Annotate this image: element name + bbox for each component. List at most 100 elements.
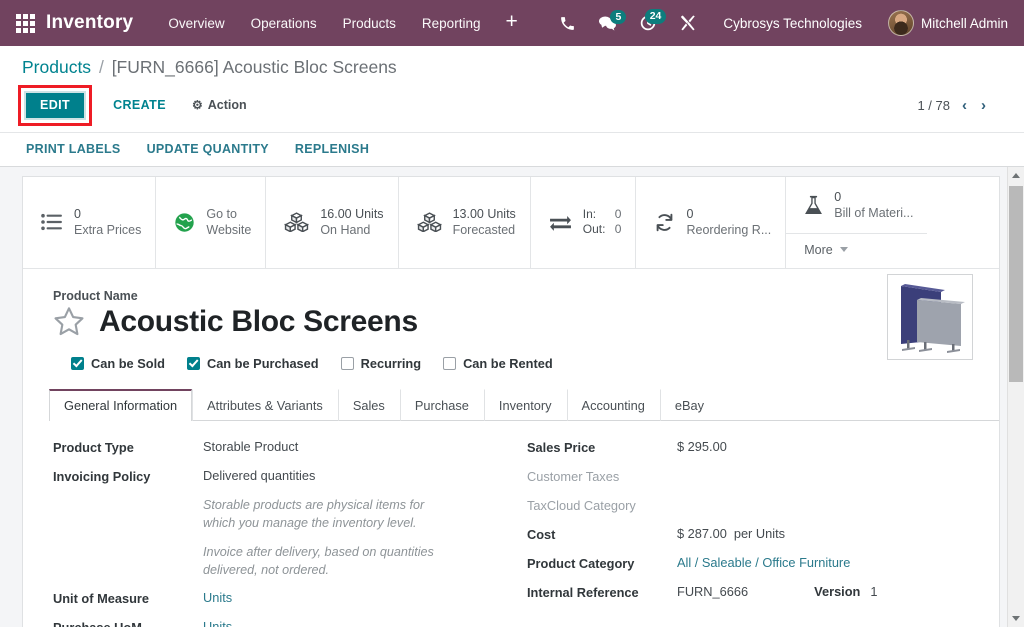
nav-menu-reporting[interactable]: Reporting bbox=[409, 10, 494, 37]
pager-count: 1 / 78 bbox=[917, 98, 950, 113]
nav-menu-products[interactable]: Products bbox=[330, 10, 409, 37]
field-value[interactable]: $ 295.00 bbox=[677, 439, 727, 454]
update-quantity-button[interactable]: UPDATE QUANTITY bbox=[147, 142, 269, 156]
field-value[interactable]: Storable Product bbox=[203, 439, 298, 454]
product-title-block: Product Name Acoustic Bloc Screens Can b… bbox=[23, 269, 999, 371]
field-label: Unit of Measure bbox=[53, 590, 203, 606]
field-value[interactable]: Units bbox=[203, 590, 232, 605]
field-value-group: FURN_6666 Version 1 bbox=[677, 584, 878, 599]
company-switcher[interactable]: Cybrosys Technologies bbox=[709, 10, 876, 37]
scrollbar-thumb[interactable] bbox=[1009, 186, 1023, 382]
product-flags: Can be Sold Can be Purchased Recurring C… bbox=[71, 356, 971, 371]
checkbox-can-be-purchased[interactable]: Can be Purchased bbox=[187, 356, 319, 371]
field-label: Invoicing Policy bbox=[53, 468, 203, 484]
app-brand-inventory[interactable]: Inventory bbox=[46, 12, 133, 34]
stat-button-reordering-rules[interactable]: 0 Reordering R... bbox=[636, 177, 786, 268]
product-image[interactable] bbox=[887, 274, 973, 360]
breadcrumb: Products / [FURN_6666] Acoustic Bloc Scr… bbox=[0, 46, 1024, 79]
pager-next-icon[interactable]: › bbox=[979, 97, 988, 114]
replenish-button[interactable]: REPLENISH bbox=[295, 142, 369, 156]
invoicing-policy-help: Invoice after delivery, based on quantit… bbox=[203, 544, 453, 580]
checkbox-box bbox=[71, 357, 84, 370]
gear-icon: ⚙ bbox=[192, 98, 203, 112]
stat-value: Go to bbox=[206, 206, 251, 222]
stat-button-go-to-website[interactable]: Go to Website bbox=[156, 177, 266, 268]
internal-reference-value[interactable]: FURN_6666 bbox=[677, 584, 748, 599]
scroll-up-arrow[interactable] bbox=[1008, 167, 1024, 184]
tab-sales[interactable]: Sales bbox=[338, 389, 400, 421]
field-internal-reference: Internal Reference FURN_6666 Version 1 bbox=[527, 584, 973, 600]
cubes-icon bbox=[284, 212, 309, 232]
edit-button[interactable]: EDIT bbox=[24, 91, 86, 120]
record-action-toolbar: PRINT LABELS UPDATE QUANTITY REPLENISH bbox=[0, 132, 1024, 167]
stat-label: Website bbox=[206, 222, 251, 238]
checkbox-box bbox=[187, 357, 200, 370]
cost-value[interactable]: $ 287.00 bbox=[677, 526, 727, 541]
stat-button-extra-prices[interactable]: 0 Extra Prices bbox=[23, 177, 156, 268]
create-button[interactable]: CREATE bbox=[104, 92, 175, 118]
field-label: Purchase UoM bbox=[53, 619, 203, 627]
stat-label: On Hand bbox=[320, 222, 383, 238]
form-column-right: Sales Price $ 295.00 Customer Taxes TaxC… bbox=[513, 439, 973, 627]
print-labels-button[interactable]: PRINT LABELS bbox=[26, 142, 121, 156]
action-menu-button[interactable]: ⚙ Action bbox=[183, 92, 256, 118]
field-help-texts: Storable products are physical items for… bbox=[203, 497, 513, 580]
checkbox-recurring[interactable]: Recurring bbox=[341, 356, 421, 371]
form-view-content: 0 Extra Prices Go to Website 16.00 Units… bbox=[0, 167, 1024, 627]
refresh-icon bbox=[654, 213, 675, 232]
exchange-icon bbox=[549, 213, 572, 232]
stat-button-forecasted[interactable]: 13.00 Units Forecasted bbox=[399, 177, 531, 268]
stat-out-label: Out: bbox=[583, 222, 609, 237]
field-value[interactable]: Delivered quantities bbox=[203, 468, 315, 483]
notebook-tabs: General Information Attributes & Variant… bbox=[49, 389, 999, 421]
pager-previous-icon[interactable]: ‹ bbox=[960, 97, 969, 114]
field-label: Product Category bbox=[527, 555, 677, 571]
add-new-icon[interactable]: + bbox=[493, 9, 529, 38]
form-column-left: Product Type Storable Product Invoicing … bbox=[53, 439, 513, 627]
activities-badge: 24 bbox=[645, 9, 667, 24]
product-name-label: Product Name bbox=[53, 289, 971, 303]
breadcrumb-separator: / bbox=[99, 57, 104, 77]
breadcrumb-products-link[interactable]: Products bbox=[22, 57, 91, 77]
more-label: More bbox=[804, 243, 832, 257]
top-navbar: Inventory Overview Operations Products R… bbox=[0, 0, 1024, 46]
tab-accounting[interactable]: Accounting bbox=[567, 389, 660, 421]
field-value[interactable]: All / Saleable / Office Furniture bbox=[677, 555, 850, 570]
vertical-scrollbar[interactable] bbox=[1007, 167, 1024, 627]
field-purchase-uom: Purchase UoM Units bbox=[53, 619, 513, 627]
version-value[interactable]: 1 bbox=[870, 584, 877, 599]
tab-attributes-variants[interactable]: Attributes & Variants bbox=[192, 389, 338, 421]
stat-button-in-out[interactable]: In: 0 Out: 0 bbox=[531, 177, 637, 268]
star-outline-icon[interactable] bbox=[53, 306, 85, 337]
checkbox-can-be-sold[interactable]: Can be Sold bbox=[71, 356, 165, 371]
tab-purchase[interactable]: Purchase bbox=[400, 389, 484, 421]
field-value[interactable]: Units bbox=[203, 619, 232, 627]
edit-button-highlight: EDIT bbox=[18, 85, 92, 126]
stat-button-bill-of-materials[interactable]: 0 Bill of Materi... bbox=[786, 177, 927, 233]
user-menu[interactable]: Mitchell Admin bbox=[878, 6, 1014, 40]
field-label: Customer Taxes bbox=[527, 468, 677, 484]
field-invoicing-policy: Invoicing Policy Delivered quantities bbox=[53, 468, 513, 484]
stat-value: 13.00 Units bbox=[453, 206, 516, 222]
general-information-form: Product Type Storable Product Invoicing … bbox=[23, 421, 999, 627]
activities-clock-icon[interactable]: 24 bbox=[629, 10, 667, 36]
checkbox-can-be-rented[interactable]: Can be Rented bbox=[443, 356, 553, 371]
field-label: TaxCloud Category bbox=[527, 497, 677, 513]
action-label: Action bbox=[208, 98, 247, 112]
wrench-tools-icon[interactable] bbox=[669, 10, 707, 36]
tab-inventory[interactable]: Inventory bbox=[484, 389, 567, 421]
phone-icon[interactable] bbox=[549, 11, 586, 36]
stat-label: Bill of Materi... bbox=[834, 205, 913, 221]
stat-in-label: In: bbox=[583, 207, 609, 222]
tab-ebay[interactable]: eBay bbox=[660, 389, 719, 421]
scrollbar-track[interactable] bbox=[1008, 184, 1024, 610]
messages-icon[interactable]: 5 bbox=[588, 11, 627, 36]
tab-general-information[interactable]: General Information bbox=[49, 389, 192, 421]
nav-menu-overview[interactable]: Overview bbox=[155, 10, 237, 37]
stat-button-on-hand[interactable]: 16.00 Units On Hand bbox=[266, 177, 398, 268]
checkbox-box bbox=[341, 357, 354, 370]
apps-grid-icon[interactable] bbox=[12, 10, 38, 36]
nav-menu-operations[interactable]: Operations bbox=[238, 10, 330, 37]
scroll-down-arrow[interactable] bbox=[1008, 610, 1024, 627]
more-stat-buttons-dropdown[interactable]: More bbox=[786, 233, 927, 268]
